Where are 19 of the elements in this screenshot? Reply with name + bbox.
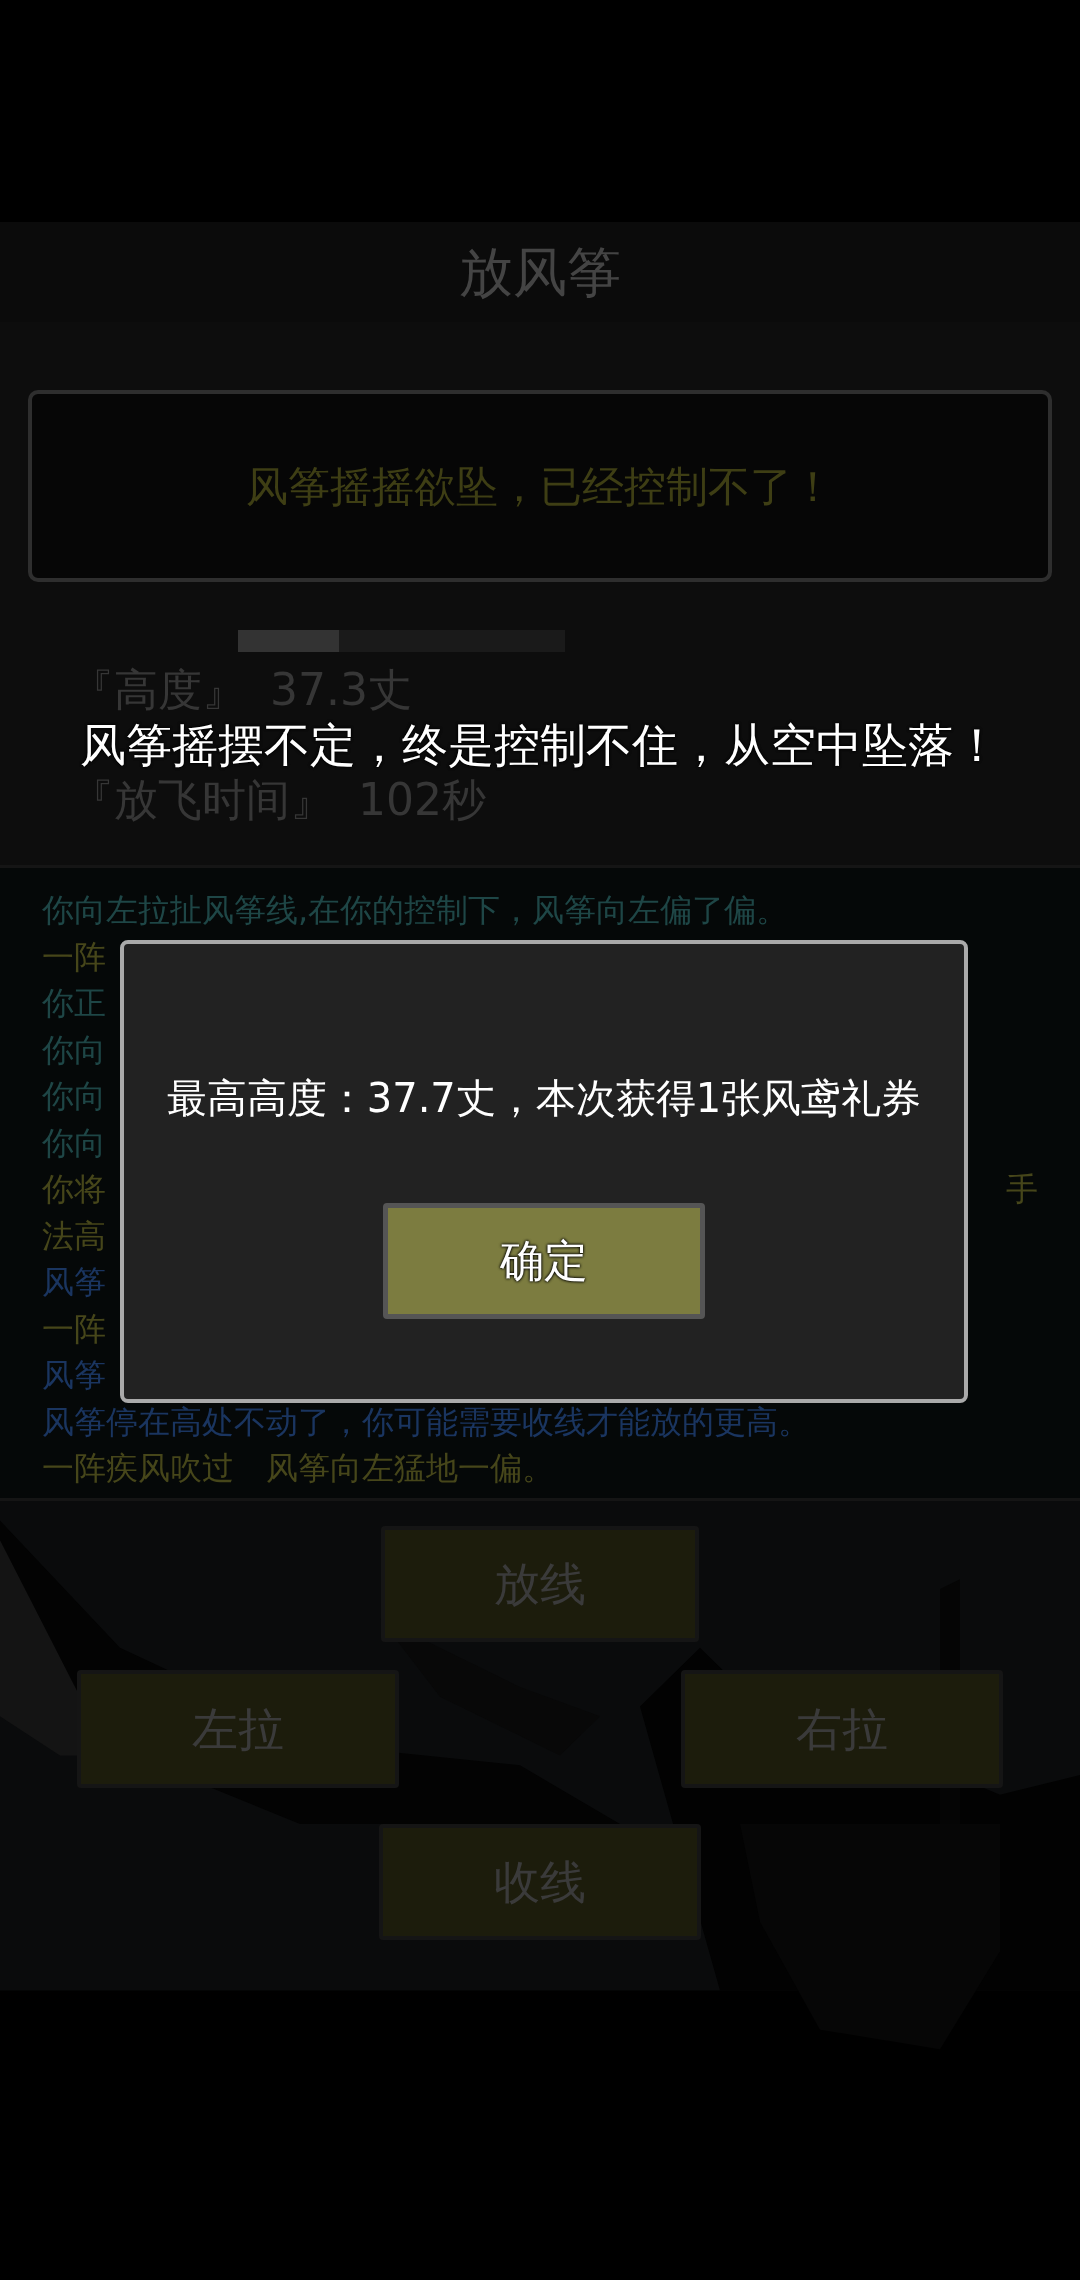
log-line: 法高 <box>42 1215 106 1257</box>
dialog-message: 最高高度：37.7丈，本次获得1张风鸢礼券 <box>166 1074 922 1123</box>
log-line: 风筝停在高处不动了，你可能需要收线才能放的更高。 <box>42 1401 810 1443</box>
log-line: 风筝 <box>42 1262 106 1303</box>
log-line: 一阵疾风吹过 风筝向左猛地一偏。 <box>42 1448 554 1489</box>
log-line: 你向 <box>42 1029 106 1071</box>
log-line: 你向 <box>42 1122 106 1164</box>
log-line: 风筝 <box>42 1355 106 1396</box>
log-line: 一阵 <box>42 936 106 978</box>
log-line: 你向 <box>42 1076 106 1117</box>
screen-title: 放风筝 <box>459 239 621 306</box>
confirm-button[interactable]: 确定 <box>383 1203 705 1319</box>
toast-message: 风筝摇摆不定，终是控制不住，从空中坠落！ <box>80 718 1000 772</box>
log-line: 你向左拉扯风筝线,在你的控制下，风筝向左偏了偏。 <box>42 890 789 931</box>
status-message: 风筝摇摇欲坠，已经控制不了！ <box>246 460 834 513</box>
log-line: 你正 <box>42 983 106 1024</box>
log-line: 你将 <box>42 1169 106 1210</box>
log-line: 一阵 <box>42 1308 106 1350</box>
log-line: 手 <box>1006 1169 1038 1210</box>
